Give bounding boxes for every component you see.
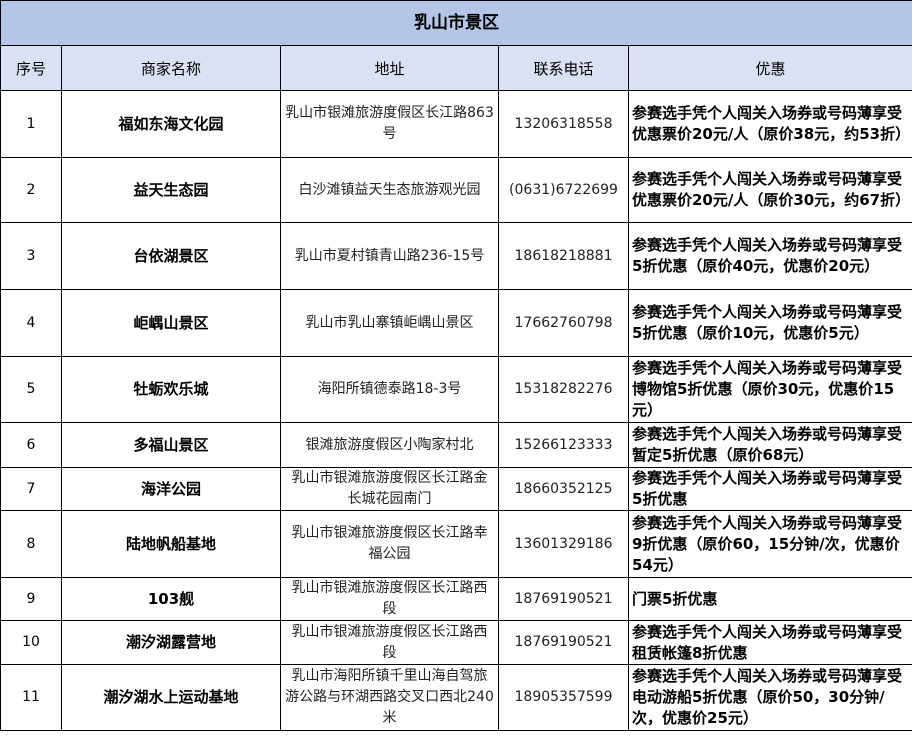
merchant-phone: 18660352125 xyxy=(498,467,629,511)
row-index: 7 xyxy=(0,467,62,511)
merchant-offer: 参赛选手凭个人闯关入场券或号码薄享受优惠票价20元/人（原价38元，约53折） xyxy=(627,90,912,158)
header-phone: 联系电话 xyxy=(498,45,629,91)
merchant-name: 台依湖景区 xyxy=(61,222,281,290)
row-index: 5 xyxy=(0,356,62,423)
merchant-phone: (0631)6722699 xyxy=(498,157,629,223)
table-row: 6 多福山景区 银滩旅游度假区小陶家村北 15266123333 参赛选手凭个人闯关入场… xyxy=(0,422,912,468)
merchant-phone: 13601329186 xyxy=(498,510,629,578)
table-row: 2 益天生态园 白沙滩镇益天生态旅游观光园 (0631)6722699 参赛选手凭个人闯… xyxy=(0,157,912,223)
merchant-address: 乳山市银滩旅游度假区长江路金长城花园南门 xyxy=(280,467,499,511)
header-address: 地址 xyxy=(280,45,499,91)
merchant-phone: 18769190521 xyxy=(498,577,629,621)
merchant-offer: 参赛选手凭个人闯关入场券或号码薄享受电动游船5折优惠（原价50，30分钟/次，优… xyxy=(627,664,912,731)
table-row: 8 陆地帆船基地 乳山市银滩旅游度假区长江路幸福公园 13601329186 参赛选手凭… xyxy=(0,510,912,578)
row-index: 10 xyxy=(0,620,62,665)
merchant-name: 海洋公园 xyxy=(61,467,281,511)
merchant-address: 乳山市银滩旅游度假区长江路幸福公园 xyxy=(280,510,499,578)
merchant-phone: 18905357599 xyxy=(498,664,629,731)
merchant-offer: 参赛选手凭个人闯关入场券或号码薄享受博物馆5折优惠（原价30元，优惠价15元） xyxy=(627,356,912,423)
table-row: 4 岠嵎山景区 乳山市乳山寨镇岠嵎山景区 17662760798 参赛选手凭个人闯关入场… xyxy=(0,289,912,357)
merchant-address: 银滩旅游度假区小陶家村北 xyxy=(280,422,499,468)
merchant-offer: 参赛选手凭个人闯关入场券或号码薄享受租赁帐篷8折优惠 xyxy=(627,620,912,665)
header-index: 序号 xyxy=(0,45,62,91)
merchant-phone: 13206318558 xyxy=(498,90,629,158)
merchant-address: 乳山市海阳所镇千里山海自驾旅游公路与环湖西路交叉口西北240米 xyxy=(280,664,499,731)
table-row: 10 潮汐湖露营地 乳山市银滩旅游度假区长江路西段 18769190521 参赛选手凭个… xyxy=(0,620,912,665)
merchant-offer: 参赛选手凭个人闯关入场券或号码薄享受暂定5折优惠（原价68元） xyxy=(627,422,912,468)
row-index: 2 xyxy=(0,157,62,223)
merchant-name: 陆地帆船基地 xyxy=(61,510,281,578)
merchant-offer: 参赛选手凭个人闯关入场券或号码薄享受优惠票价20元/人（原价30元，约67折） xyxy=(627,157,912,223)
merchant-phone: 18618218881 xyxy=(498,222,629,290)
row-index: 9 xyxy=(0,577,62,621)
row-index: 6 xyxy=(0,422,62,468)
merchant-phone: 15318282276 xyxy=(498,356,629,423)
merchant-address: 乳山市银滩旅游度假区长江路西段 xyxy=(280,577,499,621)
row-index: 8 xyxy=(0,510,62,578)
merchant-name: 潮汐湖水上运动基地 xyxy=(61,664,281,731)
merchant-offer: 参赛选手凭个人闯关入场券或号码薄享受5折优惠（原价40元，优惠价20元） xyxy=(627,222,912,290)
merchant-address: 乳山市银滩旅游度假区长江路863号 xyxy=(280,90,499,158)
merchant-name: 多福山景区 xyxy=(61,422,281,468)
scenic-spot-discount-table: 乳山市景区 序号 商家名称 地址 联系电话 优惠 1 福如东海文化园 乳山市银滩旅游… xyxy=(0,0,912,731)
merchant-name: 牡蛎欢乐城 xyxy=(61,356,281,423)
merchant-address: 海阳所镇德泰路18-3号 xyxy=(280,356,499,423)
merchant-phone: 15266123333 xyxy=(498,422,629,468)
table-row: 3 台依湖景区 乳山市夏村镇青山路236-15号 18618218881 参赛选手凭个人… xyxy=(0,222,912,290)
table-row: 7 海洋公园 乳山市银滩旅游度假区长江路金长城花园南门 18660352125 参赛选手… xyxy=(0,467,912,511)
merchant-offer: 参赛选手凭个人闯关入场券或号码薄享受5折优惠（原价10元，优惠价5元） xyxy=(627,289,912,357)
merchant-phone: 18769190521 xyxy=(498,620,629,665)
merchant-name: 潮汐湖露营地 xyxy=(61,620,281,665)
merchant-name: 福如东海文化园 xyxy=(61,90,281,158)
table-row: 11 潮汐湖水上运动基地 乳山市海阳所镇千里山海自驾旅游公路与环湖西路交叉口西北24… xyxy=(0,664,912,731)
merchant-address: 乳山市乳山寨镇岠嵎山景区 xyxy=(280,289,499,357)
merchant-offer: 参赛选手凭个人闯关入场券或号码薄享受9折优惠（原价60，15分钟/次，优惠价54… xyxy=(627,510,912,578)
merchant-phone: 17662760798 xyxy=(498,289,629,357)
merchant-name: 岠嵎山景区 xyxy=(61,289,281,357)
merchant-offer: 门票5折优惠 xyxy=(627,577,912,621)
merchant-name: 103舰 xyxy=(61,577,281,621)
row-index: 3 xyxy=(0,222,62,290)
table-row: 5 牡蛎欢乐城 海阳所镇德泰路18-3号 15318282276 参赛选手凭个人闯关入场… xyxy=(0,356,912,423)
row-index: 1 xyxy=(0,90,62,158)
merchant-name: 益天生态园 xyxy=(61,157,281,223)
header-name: 商家名称 xyxy=(61,45,281,91)
merchant-offer: 参赛选手凭个人闯关入场券或号码薄享受5折优惠 xyxy=(627,467,912,511)
merchant-address: 白沙滩镇益天生态旅游观光园 xyxy=(280,157,499,223)
row-index: 4 xyxy=(0,289,62,357)
merchant-address: 乳山市夏村镇青山路236-15号 xyxy=(280,222,499,290)
table-row: 1 福如东海文化园 乳山市银滩旅游度假区长江路863号 13206318558 参赛选手… xyxy=(0,90,912,158)
merchant-address: 乳山市银滩旅游度假区长江路西段 xyxy=(280,620,499,665)
table-row: 9 103舰 乳山市银滩旅游度假区长江路西段 18769190521 门票5折优惠 xyxy=(0,577,912,621)
table-title: 乳山市景区 xyxy=(0,0,912,46)
header-offer: 优惠 xyxy=(627,45,912,91)
row-index: 11 xyxy=(0,664,62,731)
